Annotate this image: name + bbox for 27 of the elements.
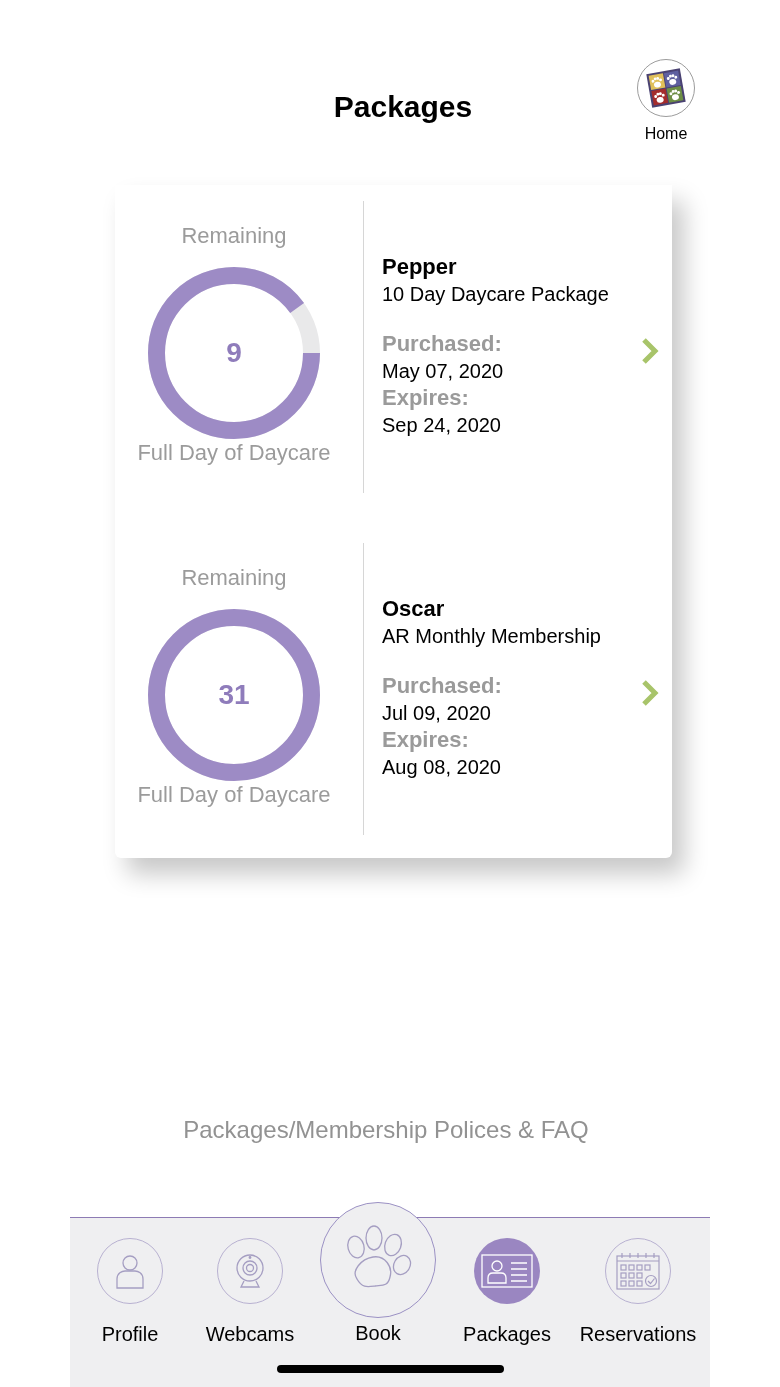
purchased-label: Purchased:	[382, 673, 502, 699]
purchased-label: Purchased:	[382, 331, 502, 357]
page-title: Packages	[333, 89, 473, 125]
nav-tab[interactable]: Packages	[446, 1238, 568, 1346]
purchased-date: May 07, 2020	[382, 359, 504, 383]
package-name: 10 Day Daycare Package	[382, 282, 609, 306]
pet-name: Oscar	[382, 596, 445, 622]
pet-name: Pepper	[382, 254, 457, 280]
expires-label: Expires:	[382, 385, 469, 411]
remaining-label: Remaining	[181, 223, 287, 249]
expires-date: Sep 24, 2020	[382, 413, 501, 437]
unit-label: Full Day of Daycare	[137, 782, 331, 808]
chevron-right-icon[interactable]	[640, 337, 660, 365]
expires-date: Aug 08, 2020	[382, 755, 501, 779]
purchased-date: Jul 09, 2020	[382, 701, 491, 725]
home-button[interactable]: Home	[636, 59, 696, 144]
unit-label: Full Day of Daycare	[137, 440, 331, 466]
nav-tab[interactable]: Profile	[70, 1238, 190, 1346]
nav-tab[interactable]: Reservations	[568, 1238, 708, 1346]
nav-tab[interactable]: Book	[310, 1202, 446, 1345]
remaining-count: 9	[226, 337, 242, 369]
chevron-right-icon[interactable]	[640, 679, 660, 707]
nav-tab[interactable]: Webcams	[190, 1238, 310, 1346]
expires-label: Expires:	[382, 727, 469, 753]
remaining-count: 31	[218, 679, 250, 711]
package-name: AR Monthly Membership	[382, 624, 601, 648]
remaining-label: Remaining	[181, 565, 287, 591]
